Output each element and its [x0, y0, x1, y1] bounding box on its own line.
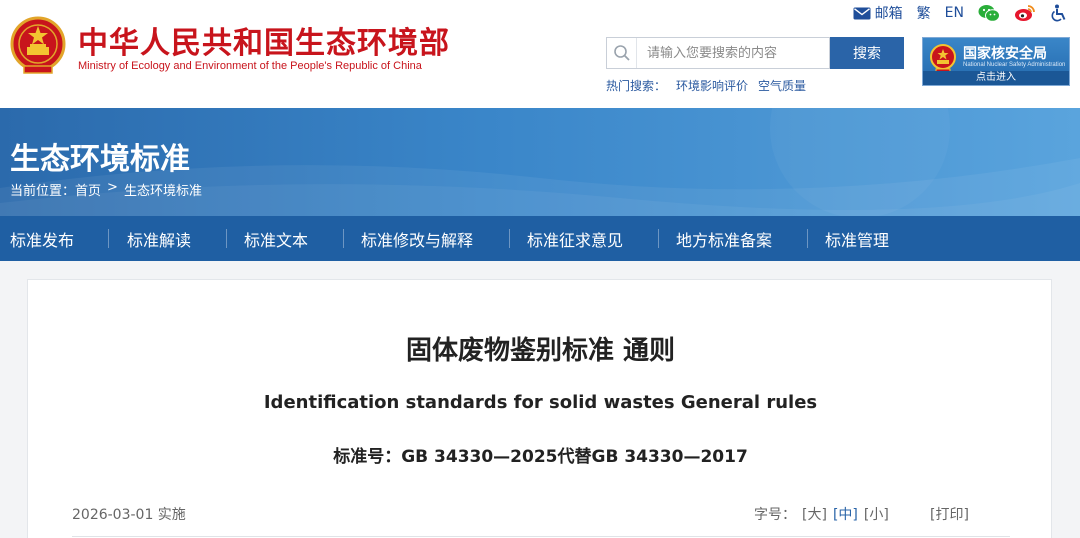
accessibility-link[interactable] [1050, 4, 1068, 22]
hot-search-label: 热门搜索： [606, 79, 667, 93]
nnsa-enter-label: 点击进入 [923, 71, 1069, 85]
section-nav: 标准发布 标准解读 标准文本 标准修改与解释 标准征求意见 地方标准备案 标准管… [0, 216, 1080, 261]
accessibility-icon [1051, 4, 1066, 22]
nnsa-title: 国家核安全局 [963, 46, 1047, 62]
breadcrumb-current-link[interactable]: 生态环境标准 [124, 180, 202, 199]
traditional-chinese-link[interactable]: 繁 [917, 3, 931, 23]
font-size-small-button[interactable]: [小] [864, 504, 889, 524]
nnsa-subtitle: National Nuclear Safety Administration [963, 62, 1066, 68]
effective-date: 2026-03-01 实施 [72, 507, 186, 523]
site-title-english: Ministry of Ecology and Environment of t… [78, 60, 422, 72]
nav-item-standard-text[interactable]: 标准文本 [226, 216, 343, 261]
font-size-label: 字号： [754, 507, 796, 523]
site-header: 中华人民共和国生态环境部 Ministry of Ecology and Env… [0, 0, 1080, 108]
article-meta: 2026-03-01 实施 字号： [大] [中] [小] [打印] [72, 504, 1010, 524]
mail-label: 邮箱 [874, 6, 903, 22]
nav-item-standard-interpretation[interactable]: 标准解读 [108, 216, 226, 261]
breadcrumb-home-link[interactable]: 首页 [75, 180, 101, 199]
english-link[interactable]: EN [945, 5, 964, 21]
section-banner: 生态环境标准 当前位置： 首页 > 生态环境标准 [0, 108, 1080, 216]
hot-search-item[interactable]: 环境影响评价 [676, 79, 748, 93]
nav-item-standard-release[interactable]: 标准发布 [0, 216, 108, 261]
nnsa-emblem-icon [930, 44, 956, 74]
breadcrumb-separator: > [107, 180, 118, 195]
document-standard-number: 标准号：GB 34330—2025代替GB 34330—2017 [333, 447, 748, 467]
site-title[interactable]: 中华人民共和国生态环境部 [78, 18, 450, 62]
font-size-medium-button[interactable]: [中] [833, 504, 858, 524]
meta-divider [72, 536, 1010, 537]
article-card: 固体废物鉴别标准 通则 Identification standards for… [27, 279, 1052, 538]
wechat-icon [978, 5, 1000, 22]
breadcrumb: 当前位置： 首页 > 生态环境标准 [10, 180, 202, 199]
national-emblem-icon[interactable] [10, 16, 66, 78]
hot-search: 热门搜索： 环境影响评价 空气质量 [606, 77, 816, 94]
print-button[interactable]: [打印] [930, 504, 969, 524]
search-box [606, 37, 830, 69]
search-input[interactable] [637, 39, 829, 67]
search-icon[interactable] [607, 38, 637, 68]
weibo-link[interactable] [1014, 4, 1036, 22]
mail-link[interactable]: 邮箱 [853, 3, 903, 23]
weibo-icon [1015, 5, 1035, 21]
nnsa-banner-link[interactable]: 国家核安全局 National Nuclear Safety Administr… [922, 37, 1070, 86]
document-title: 固体废物鉴别标准 通则 [405, 336, 676, 366]
breadcrumb-prefix: 当前位置： [10, 184, 76, 199]
nav-item-standard-management[interactable]: 标准管理 [807, 216, 927, 261]
mail-icon [853, 7, 871, 19]
hot-search-item[interactable]: 空气质量 [758, 79, 806, 93]
page-section-title: 生态环境标准 [10, 142, 190, 177]
font-size-large-button[interactable]: [大] [802, 504, 827, 524]
search-button[interactable]: 搜索 [830, 37, 904, 69]
wechat-link[interactable] [978, 4, 1000, 22]
nav-item-local-standard-filing[interactable]: 地方标准备案 [658, 216, 807, 261]
nav-item-standard-consultation[interactable]: 标准征求意见 [509, 216, 658, 261]
top-utility-links: 邮箱 繁 EN [839, 3, 1068, 23]
font-size-control: 字号： [大] [中] [小] [754, 504, 889, 524]
nav-item-standard-amendment[interactable]: 标准修改与解释 [343, 216, 509, 261]
document-title-english: Identification standards for solid waste… [263, 392, 818, 413]
